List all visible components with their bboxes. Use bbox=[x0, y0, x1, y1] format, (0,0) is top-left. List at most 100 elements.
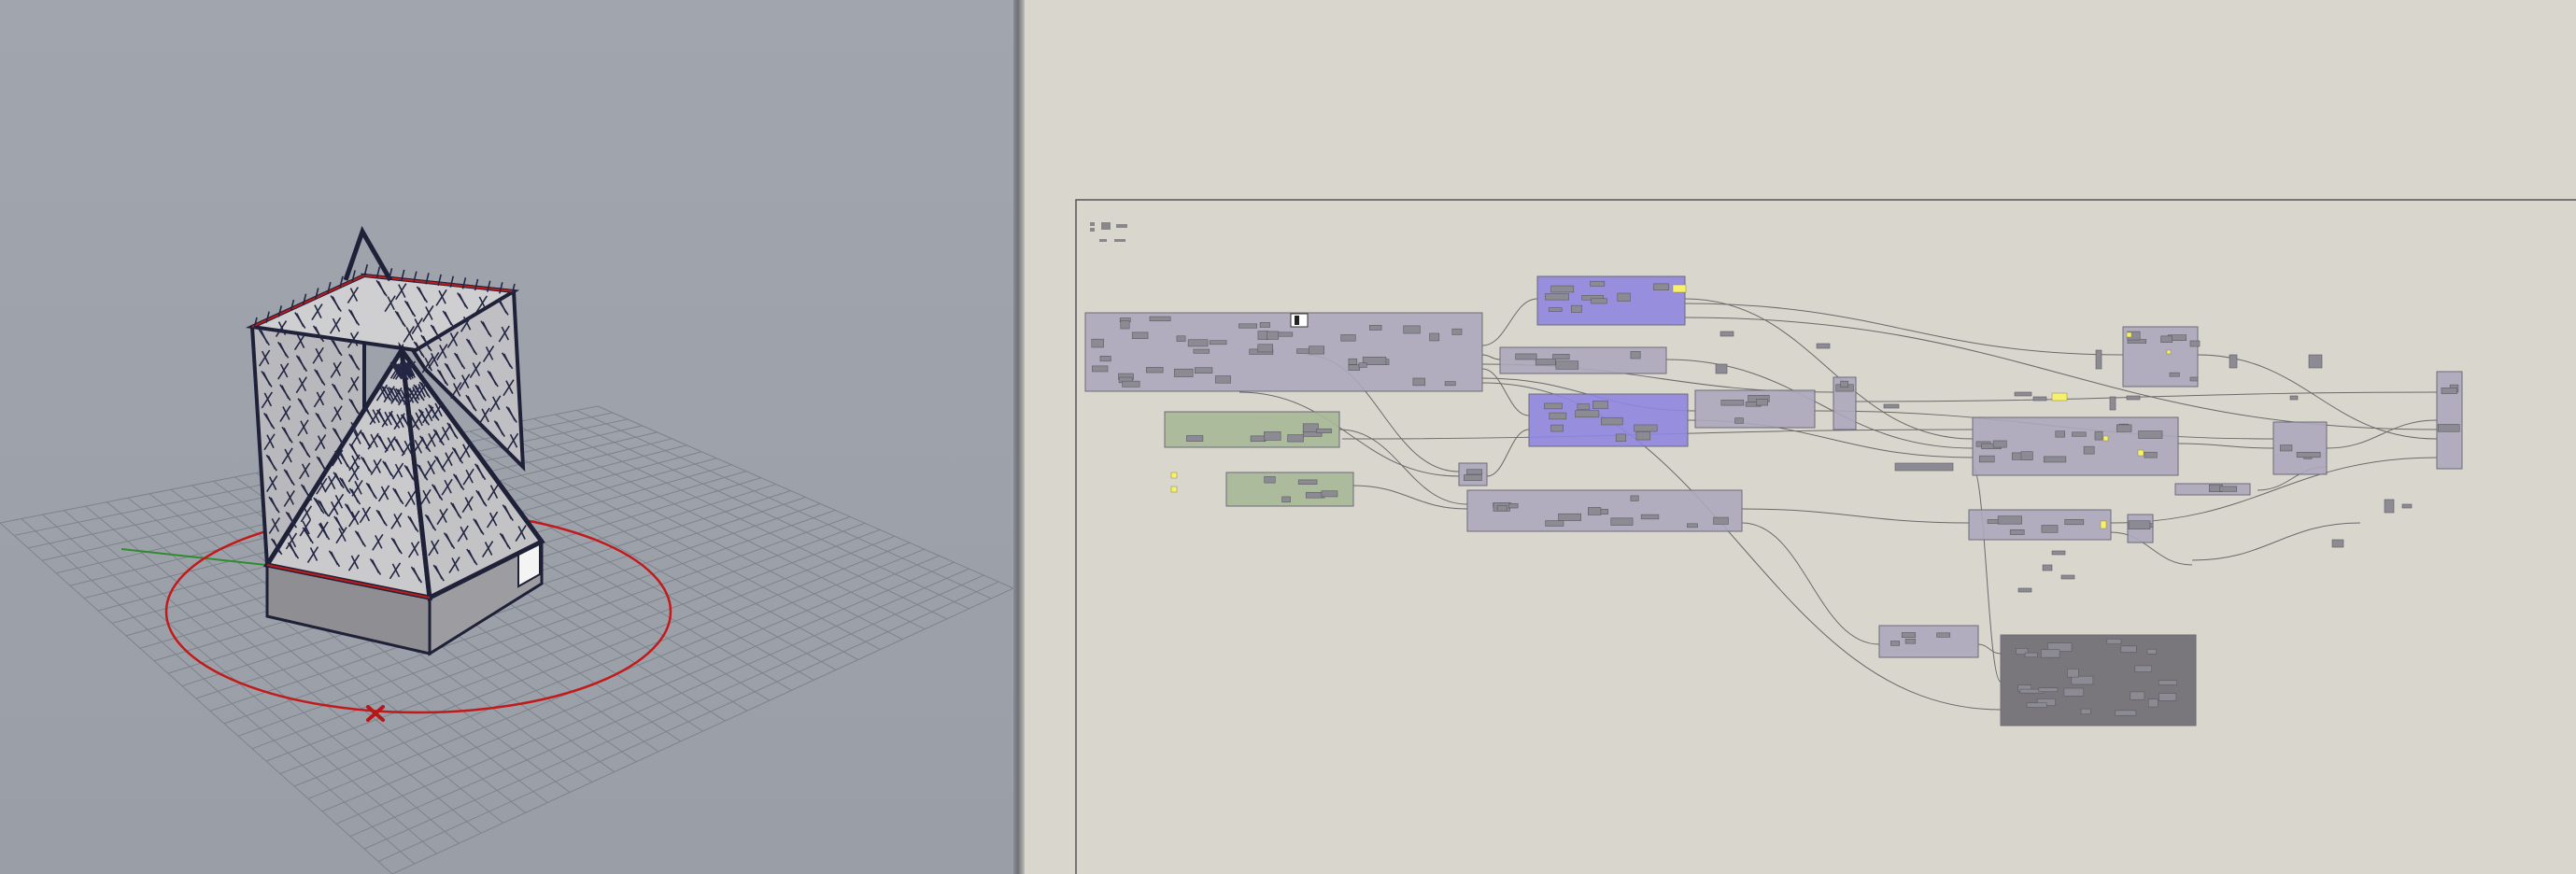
component-node[interactable] bbox=[2072, 431, 2087, 437]
component-node[interactable] bbox=[2120, 645, 2137, 653]
component-node[interactable] bbox=[2055, 430, 2065, 438]
component-node[interactable] bbox=[2020, 451, 2033, 460]
component-node[interactable] bbox=[1545, 520, 1564, 527]
component-node[interactable] bbox=[2064, 519, 2085, 526]
component-node[interactable] bbox=[1544, 402, 1563, 410]
component-node[interactable] bbox=[2032, 396, 2047, 402]
panel[interactable] bbox=[2051, 392, 2068, 402]
panel[interactable] bbox=[1170, 486, 1178, 493]
component-node[interactable] bbox=[1281, 496, 1291, 503]
component-node[interactable] bbox=[2331, 539, 2344, 548]
component-node[interactable] bbox=[1358, 362, 1367, 368]
component-node[interactable] bbox=[1120, 320, 1130, 330]
component-node[interactable] bbox=[2189, 340, 2201, 347]
component-node[interactable] bbox=[1904, 639, 1917, 644]
component-node[interactable] bbox=[1734, 417, 1744, 424]
component-node[interactable] bbox=[2308, 354, 2323, 369]
component-node[interactable] bbox=[1369, 325, 1382, 331]
component-node[interactable] bbox=[2080, 708, 2091, 715]
component-node[interactable] bbox=[2024, 652, 2038, 658]
component-node[interactable] bbox=[2189, 376, 2199, 382]
component-node[interactable] bbox=[1257, 344, 1273, 353]
component-node[interactable] bbox=[1508, 502, 1519, 509]
panel[interactable] bbox=[2126, 331, 2132, 338]
component-node[interactable] bbox=[1309, 345, 1324, 355]
component-node[interactable] bbox=[2063, 687, 2085, 697]
component-node[interactable] bbox=[1610, 517, 1634, 526]
component-node[interactable] bbox=[1193, 348, 1210, 354]
component-node[interactable] bbox=[1173, 368, 1194, 377]
component-node[interactable] bbox=[2095, 349, 2102, 370]
component-node[interactable] bbox=[1515, 353, 1537, 360]
component-node[interactable] bbox=[2229, 354, 2238, 369]
component-node[interactable] bbox=[1570, 304, 1582, 313]
component-node[interactable] bbox=[1259, 322, 1270, 328]
component-node[interactable] bbox=[2296, 451, 2321, 458]
component-node[interactable] bbox=[1552, 354, 1570, 360]
component-node[interactable] bbox=[2158, 680, 2177, 685]
component-node[interactable] bbox=[1992, 440, 2007, 448]
component-node[interactable] bbox=[1429, 332, 1440, 342]
component-node[interactable] bbox=[2437, 424, 2460, 432]
component-node[interactable] bbox=[2026, 702, 2047, 708]
component-node[interactable] bbox=[2384, 499, 2395, 514]
component-node[interactable] bbox=[1590, 280, 1606, 287]
component-node[interactable] bbox=[1901, 632, 1917, 639]
node-graph[interactable] bbox=[1025, 0, 2576, 874]
component-node[interactable] bbox=[1713, 516, 1729, 525]
component-node[interactable] bbox=[1816, 343, 1831, 349]
building-model[interactable] bbox=[245, 226, 545, 656]
component-node[interactable] bbox=[1715, 363, 1728, 374]
component-node[interactable] bbox=[1403, 325, 1421, 334]
component-node[interactable] bbox=[2014, 391, 2032, 397]
component-node[interactable] bbox=[1444, 381, 1456, 387]
component-node[interactable] bbox=[2219, 486, 2238, 492]
component-node[interactable] bbox=[2289, 395, 2299, 401]
component-node[interactable] bbox=[1592, 401, 1608, 410]
component-node[interactable] bbox=[1720, 400, 1745, 406]
component-node[interactable] bbox=[1250, 435, 1267, 443]
component-node[interactable] bbox=[2009, 529, 2025, 535]
component-node[interactable] bbox=[1209, 340, 1227, 345]
component-node[interactable] bbox=[1550, 285, 1575, 293]
component-node[interactable] bbox=[1131, 331, 1149, 339]
component-node[interactable] bbox=[1264, 476, 1276, 484]
panel[interactable] bbox=[2137, 449, 2144, 457]
component-node[interactable] bbox=[1091, 338, 1104, 348]
component-node[interactable] bbox=[1187, 339, 1209, 347]
component-node[interactable] bbox=[1340, 334, 1356, 342]
component-node[interactable] bbox=[1577, 403, 1591, 410]
component-node[interactable] bbox=[2071, 675, 2094, 685]
component-node[interactable] bbox=[2280, 444, 2293, 452]
component-node[interactable] bbox=[2042, 564, 2053, 571]
component-node[interactable] bbox=[1348, 364, 1361, 371]
component-node[interactable] bbox=[2138, 430, 2163, 439]
component-node[interactable] bbox=[1176, 335, 1186, 342]
component-node[interactable] bbox=[1634, 424, 1658, 432]
component-node[interactable] bbox=[2158, 693, 2177, 701]
component-node[interactable] bbox=[1883, 403, 1900, 409]
component-node[interactable] bbox=[2160, 335, 2173, 343]
component-node[interactable] bbox=[2043, 456, 2067, 463]
component-node[interactable] bbox=[1653, 283, 1669, 290]
component-node[interactable] bbox=[2134, 665, 2153, 672]
component-node[interactable] bbox=[2115, 710, 2137, 716]
component-node[interactable] bbox=[2106, 638, 2122, 644]
component-node[interactable] bbox=[2144, 451, 2158, 458]
component-node[interactable] bbox=[1316, 428, 1332, 433]
component-group[interactable] bbox=[1499, 346, 1667, 374]
panel[interactable] bbox=[2166, 349, 2172, 355]
component-node[interactable] bbox=[1615, 433, 1626, 442]
component-node[interactable] bbox=[1092, 365, 1109, 373]
component-node[interactable] bbox=[1588, 507, 1602, 515]
component-node[interactable] bbox=[1496, 505, 1507, 512]
component-node[interactable] bbox=[1997, 515, 2022, 525]
component-node[interactable] bbox=[1687, 523, 1698, 529]
component-node[interactable] bbox=[1840, 380, 1848, 388]
component-groups[interactable] bbox=[1084, 275, 2463, 726]
component-node[interactable] bbox=[1238, 323, 1257, 329]
component-group[interactable] bbox=[1968, 509, 2112, 541]
component-node[interactable] bbox=[1545, 293, 1569, 301]
component-node[interactable] bbox=[1617, 292, 1631, 302]
component-node[interactable] bbox=[1640, 514, 1660, 520]
